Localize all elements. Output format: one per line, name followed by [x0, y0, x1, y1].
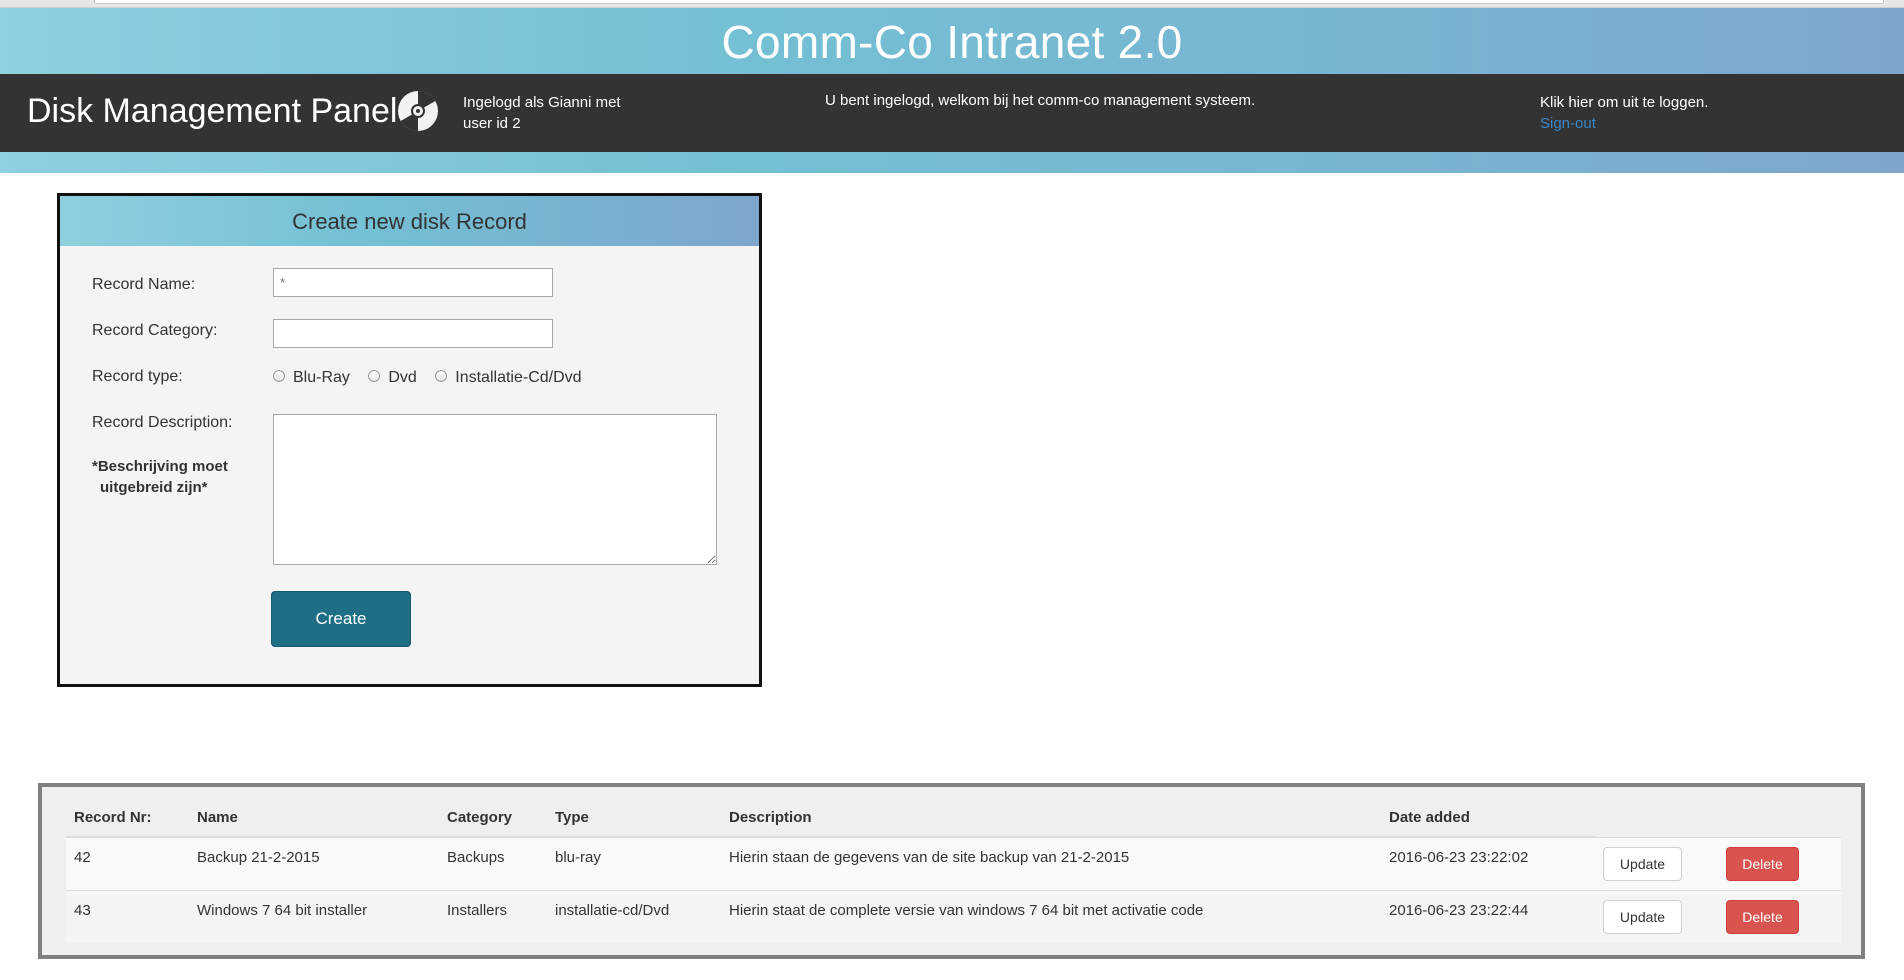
record-type-label: Record type:	[92, 368, 183, 385]
records-table: Record Nr: Name Category Type Descriptio…	[66, 797, 1841, 943]
note-line: uitgebreid zijn*	[100, 479, 208, 496]
record-name-input[interactable]	[273, 268, 553, 297]
radio-label: Blu-Ray	[293, 369, 350, 386]
column-header-type: Type	[547, 797, 721, 838]
user-info: Ingelogd als Gianni met user id 2	[463, 92, 643, 134]
radio-option-bluray[interactable]: Blu-Ray	[273, 369, 350, 387]
radio-label: Installatie-Cd/Dvd	[455, 369, 582, 386]
create-button[interactable]: Create	[271, 591, 411, 647]
radio-option-installatie[interactable]: Installatie-Cd/Dvd	[435, 369, 582, 387]
cell-delete: Delete	[1718, 889, 1841, 943]
navbar: Disk Management Panel Ingelogd als Giann…	[0, 74, 1904, 152]
table-row: 43 Windows 7 64 bit installer Installers…	[66, 889, 1841, 943]
column-header-update	[1595, 797, 1718, 837]
banner-stripe	[0, 152, 1904, 173]
radio-button[interactable]	[435, 370, 448, 383]
record-name-label: Record Name:	[92, 276, 196, 293]
column-header-record-nr: Record Nr:	[66, 797, 189, 838]
create-record-form: Create new disk Record Record Name: Reco…	[57, 193, 762, 687]
update-button[interactable]: Update	[1603, 846, 1682, 881]
cell-type: blu-ray	[547, 836, 721, 890]
radio-button[interactable]	[368, 370, 381, 383]
cell-type: installatie-cd/Dvd	[547, 889, 721, 943]
update-button[interactable]: Update	[1603, 899, 1682, 934]
column-header-date: Date added	[1381, 797, 1595, 838]
user-info-line: user id 2	[463, 115, 521, 132]
signout-link[interactable]: Sign-out	[1540, 113, 1708, 134]
cell-name: Windows 7 64 bit installer	[189, 889, 439, 943]
app-title: Comm-Co Intranet 2.0	[721, 16, 1183, 68]
address-bar[interactable]	[94, 0, 1884, 4]
form-title: Create new disk Record	[60, 196, 759, 246]
cell-category: Backups	[439, 836, 547, 890]
record-category-input[interactable]	[273, 319, 553, 348]
logout-prompt: Klik hier om uit te loggen.	[1540, 94, 1709, 111]
cell-name: Backup 21-2-2015	[189, 836, 439, 890]
delete-button[interactable]: Delete	[1726, 846, 1799, 881]
cell-record-nr: 42	[66, 836, 189, 890]
delete-button[interactable]: Delete	[1726, 899, 1799, 934]
cell-description: Hierin staat de complete versie van wind…	[721, 889, 1381, 943]
record-description-label: Record Description:	[92, 414, 233, 431]
browser-chrome	[0, 0, 1904, 8]
table-header-row: Record Nr: Name Category Type Descriptio…	[66, 797, 1841, 838]
cell-update: Update	[1595, 889, 1718, 943]
column-header-name: Name	[189, 797, 439, 838]
radio-label: Dvd	[388, 369, 417, 386]
records-table-panel: Record Nr: Name Category Type Descriptio…	[38, 783, 1865, 959]
table-row: 42 Backup 21-2-2015 Backups blu-ray Hier…	[66, 836, 1841, 890]
disk-icon	[398, 91, 438, 131]
radio-button[interactable]	[273, 370, 285, 383]
cell-delete: Delete	[1718, 836, 1841, 890]
panel-title: Disk Management Panel	[27, 92, 398, 130]
cell-update: Update	[1595, 836, 1718, 890]
user-info-line: Ingelogd als Gianni met	[463, 94, 621, 111]
logout-box: Klik hier om uit te loggen. Sign-out	[1540, 92, 1708, 134]
record-type-group: Blu-Ray Dvd Installatie-Cd/Dvd	[273, 369, 596, 387]
record-description-textarea[interactable]	[273, 414, 717, 565]
cell-category: Installers	[439, 889, 547, 943]
note-line: *Beschrijving moet	[92, 458, 228, 475]
cell-description: Hierin staan de gegevens van de site bac…	[721, 836, 1381, 890]
radio-option-dvd[interactable]: Dvd	[368, 369, 417, 387]
cell-date: 2016-06-23 23:22:02	[1381, 836, 1595, 890]
welcome-message: U bent ingelogd, welkom bij het comm-co …	[825, 92, 1256, 109]
top-banner: Comm-Co Intranet 2.0	[0, 8, 1904, 74]
cell-date: 2016-06-23 23:22:44	[1381, 889, 1595, 943]
column-header-description: Description	[721, 797, 1381, 838]
cell-record-nr: 43	[66, 889, 189, 943]
column-header-category: Category	[439, 797, 547, 838]
record-category-label: Record Category:	[92, 322, 218, 339]
description-note: *Beschrijving moet uitgebreid zijn*	[92, 456, 252, 498]
column-header-delete	[1718, 797, 1841, 837]
